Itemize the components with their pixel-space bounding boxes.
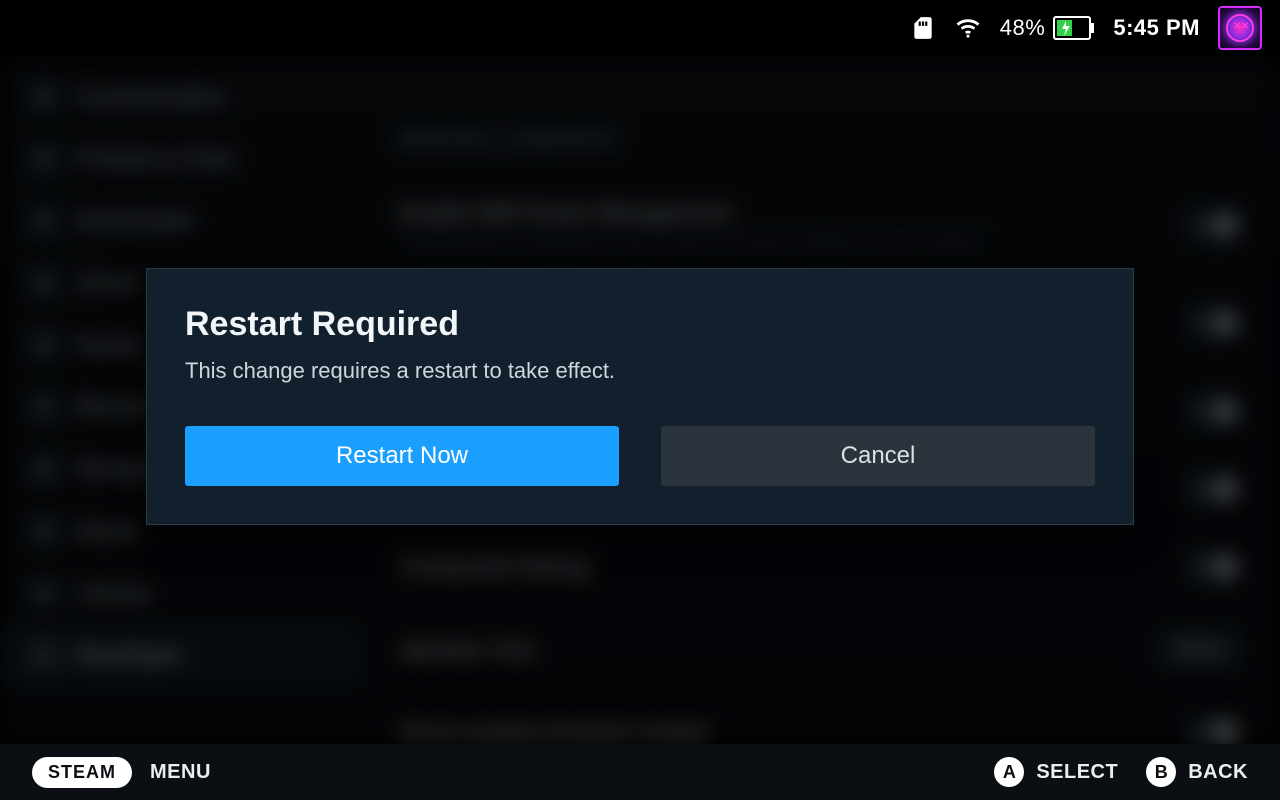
sd-card-icon [910,15,936,41]
steam-button[interactable]: STEAM [32,757,132,788]
dialog-title: Restart Required [185,305,1095,344]
wifi-icon [954,14,982,42]
avatar[interactable]: ✕✕ [1218,6,1262,50]
battery-indicator: 48% [1000,15,1096,41]
a-glyph-icon: A [994,757,1024,787]
a-label: SELECT [1036,761,1118,784]
restart-required-dialog: Restart Required This change requires a … [146,268,1134,525]
clock: 5:45 PM [1113,15,1200,41]
menu-label: MENU [150,761,211,784]
cancel-button[interactable]: Cancel [661,426,1095,486]
battery-percent: 48% [1000,15,1046,41]
b-label: BACK [1188,761,1248,784]
a-button-hint: A SELECT [994,757,1118,787]
b-button-hint: B BACK [1146,757,1248,787]
restart-now-button[interactable]: Restart Now [185,426,619,486]
dialog-message: This change requires a restart to take e… [185,358,1095,384]
status-bar: 48% 5:45 PM ✕✕ [0,0,1280,56]
footer-bar: STEAM MENU A SELECT B BACK [0,744,1280,800]
b-glyph-icon: B [1146,757,1176,787]
battery-icon [1053,16,1095,40]
dialog-actions: Restart Now Cancel [185,426,1095,486]
